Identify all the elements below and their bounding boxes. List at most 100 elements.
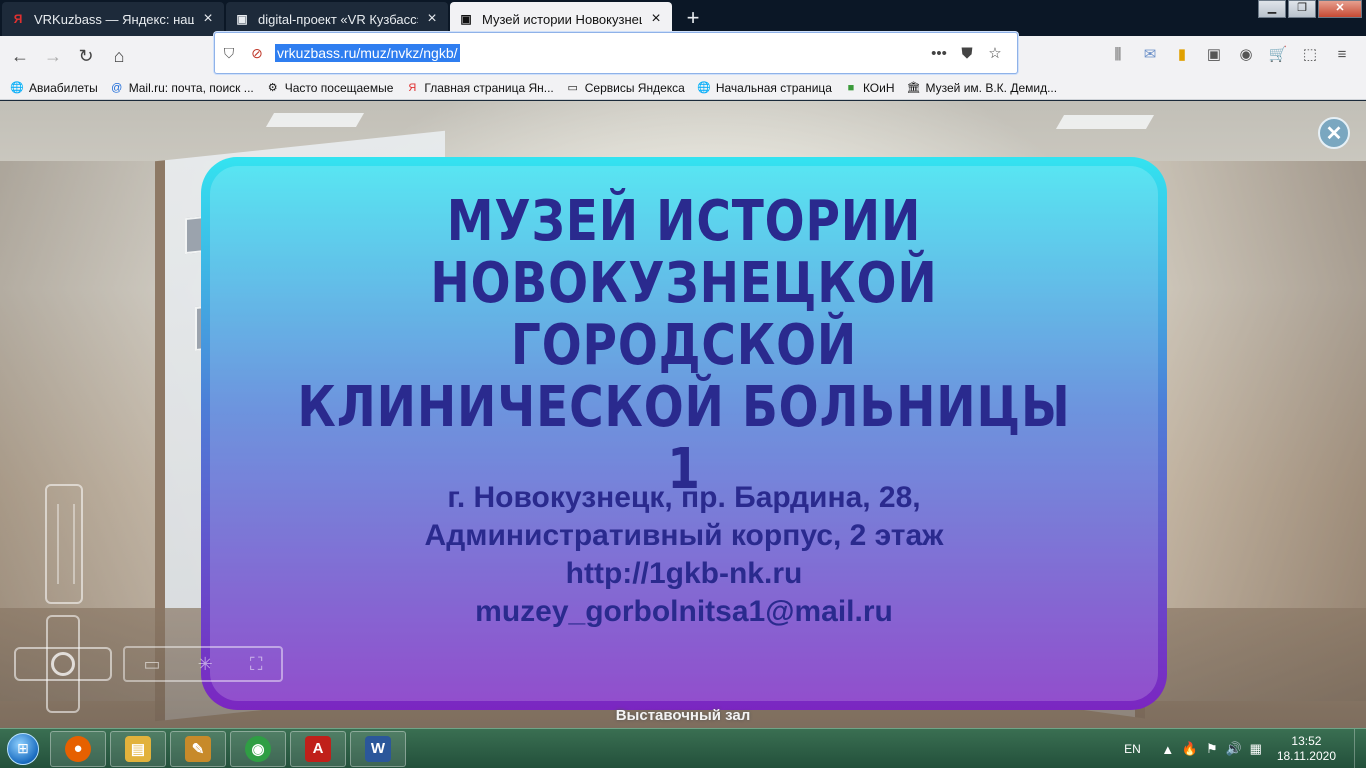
- panorama-view[interactable]: МУЗЕЙ ИСТОРИИ НОВОКУЗНЕЦКОЙ ГОРОДСКОЙ КЛ…: [0, 101, 1366, 728]
- cart-icon[interactable]: 🛒: [1262, 45, 1294, 63]
- start-button[interactable]: ⊞: [0, 729, 46, 768]
- chrome-icon: ◉: [245, 735, 271, 762]
- website-link[interactable]: http://1gkb-nk.ru: [201, 555, 1167, 593]
- system-tray: EN ▲ 🔥 ⚑ 🔊 ▦ 13:52 18.11.2020: [1124, 729, 1366, 768]
- museum-title: МУЗЕЙ ИСТОРИИ НОВОКУЗНЕЦКОЙ ГОРОДСКОЙ КЛ…: [278, 191, 1089, 501]
- bookmark-item[interactable]: ■ КОиН: [844, 81, 895, 95]
- taskbar-tool[interactable]: ✎: [170, 730, 226, 767]
- address-bar[interactable]: ⛉ ⊘ vrkuzbass.ru/muz/nvkz/ngkb/ ••• ⛊ ☆: [214, 32, 1018, 74]
- navigation-dpad[interactable]: [14, 615, 112, 713]
- bookmark-label: Музей им. В.К. Демид...: [925, 80, 1058, 95]
- toolbar-icons: ⫼ ✉ ▮ ▣ ◉ 🛒 ⬚ ≡: [1102, 36, 1358, 72]
- museum-icon: 🏛: [906, 82, 921, 94]
- building-line: Административный корпус, 2 этаж: [424, 519, 944, 552]
- bookmark-item[interactable]: 🏛 Музей им. В.К. Демид...: [907, 81, 1058, 95]
- close-tab-icon[interactable]: ×: [200, 10, 216, 28]
- reader-icon[interactable]: ▣: [1198, 45, 1230, 63]
- title-line: НОВОКУЗНЕЦКОЙ ГОРОДСКОЙ: [430, 251, 938, 378]
- page-favicon-icon: ▣: [460, 12, 472, 26]
- taskbar-word[interactable]: W: [350, 730, 406, 767]
- minimize-button[interactable]: ▁: [1258, 0, 1286, 18]
- mail-icon[interactable]: ✉: [1134, 45, 1166, 63]
- hotspots-icon[interactable]: ✳: [198, 654, 213, 675]
- tab-title: Музей истории Новокузнецк: [482, 11, 642, 27]
- bookmark-label: Начальная страница: [715, 80, 832, 95]
- bookmark-label: Авиабилеты: [29, 80, 98, 95]
- maximize-button[interactable]: ❐: [1288, 0, 1316, 18]
- address-line: г. Новокузнецк, пр. Бардина, 28,: [447, 481, 921, 514]
- yandex-favicon-icon: Я: [13, 12, 23, 26]
- volume-icon[interactable]: 🔊: [1223, 741, 1245, 757]
- email-link[interactable]: muzey_gorbolnitsa1@mail.ru: [201, 593, 1167, 631]
- taskbar: ⊞ ● ▤ ✎ ◉ A W EN ▲ 🔥 ⚑ 🔊 ▦ 13:52 18.11.2…: [0, 728, 1366, 768]
- page-actions-icon[interactable]: •••: [925, 45, 953, 62]
- globe-icon: 🌐: [10, 82, 24, 94]
- extensions-icon[interactable]: ⬚: [1294, 45, 1326, 63]
- close-tab-icon[interactable]: ×: [424, 10, 440, 28]
- windows-logo-icon: ⊞: [7, 732, 39, 765]
- bookmark-label: Mail.ru: почта, поиск ...: [128, 80, 254, 95]
- screen: Я VRKuzbass — Яндекс: нашлось × ▣ digita…: [0, 0, 1366, 768]
- tab-strip: Я VRKuzbass — Яндекс: нашлось × ▣ digita…: [0, 0, 1366, 36]
- title-line: МУЗЕЙ ИСТОРИИ: [446, 189, 922, 254]
- tour-toolbar: ▭ ✳ ⛶: [123, 646, 283, 682]
- account-icon[interactable]: ◉: [1230, 45, 1262, 63]
- gear-icon: ⚙: [267, 82, 278, 94]
- tab-museum[interactable]: ▣ Музей истории Новокузнецк ×: [450, 2, 672, 36]
- close-info-button[interactable]: ✕: [1318, 117, 1350, 149]
- close-tab-icon[interactable]: ×: [648, 10, 664, 28]
- taskbar-firefox[interactable]: ●: [50, 730, 106, 767]
- bookmark-item[interactable]: Я Главная страница Ян...: [405, 81, 553, 95]
- scene-label: Выставочный зал: [615, 707, 751, 724]
- shield-icon[interactable]: ⛉: [215, 45, 243, 62]
- tab-title: VRKuzbass — Яндекс: нашлось: [34, 11, 194, 27]
- clock[interactable]: 13:52 18.11.2020: [1277, 734, 1336, 764]
- bookmark-item[interactable]: ▭ Сервисы Яндекса: [566, 81, 685, 95]
- forward-button[interactable]: →: [37, 40, 69, 72]
- koin-icon: ■: [847, 81, 855, 94]
- back-button[interactable]: ←: [4, 40, 36, 72]
- language-indicator[interactable]: EN: [1124, 742, 1141, 756]
- bookmark-item[interactable]: 🌐 Начальная страница: [697, 81, 832, 95]
- clock-date: 18.11.2020: [1276, 749, 1336, 763]
- action-center-icon[interactable]: ⚑: [1201, 741, 1223, 757]
- pocket-icon[interactable]: ⛊: [953, 45, 981, 62]
- network-icon[interactable]: ▦: [1245, 741, 1267, 757]
- bookmark-label: КОиН: [862, 80, 895, 95]
- tab-vrkuzbass-yandex[interactable]: Я VRKuzbass — Яндекс: нашлось ×: [2, 2, 224, 36]
- word-icon: W: [365, 735, 391, 762]
- page-favicon-icon: ▣: [236, 12, 248, 26]
- gallery-icon[interactable]: ▭: [144, 654, 161, 675]
- globe-icon: 🌐: [696, 82, 711, 94]
- tab-digital-project[interactable]: ▣ digital-проект «VR Кузбасс» — ×: [226, 2, 448, 36]
- bookmark-item[interactable]: ⚙ Часто посещаемые: [266, 81, 394, 95]
- yandex-icon: Я: [408, 81, 417, 94]
- show-desktop-button[interactable]: [1354, 729, 1366, 768]
- insecure-lock-icon[interactable]: ⊘: [243, 45, 271, 62]
- acrobat-icon: A: [305, 735, 331, 762]
- home-button[interactable]: ⌂: [103, 40, 135, 72]
- taskbar-explorer[interactable]: ▤: [110, 730, 166, 767]
- show-hidden-icons[interactable]: ▲: [1157, 742, 1179, 757]
- fullscreen-icon[interactable]: ⛶: [250, 654, 263, 675]
- menu-icon[interactable]: ≡: [1326, 46, 1358, 63]
- tool-icon: ✎: [185, 735, 211, 762]
- bookmark-item[interactable]: 🌐 Авиабилеты: [10, 81, 98, 95]
- window-controls: ▁ ❐ ✕: [1256, 0, 1362, 18]
- taskbar-acrobat[interactable]: A: [290, 730, 346, 767]
- bookmark-item[interactable]: @ Mail.ru: почта, поиск ...: [110, 81, 254, 95]
- bookmark-label: Сервисы Яндекса: [584, 80, 685, 95]
- close-window-button[interactable]: ✕: [1318, 0, 1362, 18]
- url-text[interactable]: vrkuzbass.ru/muz/nvkz/ngkb/: [275, 44, 460, 62]
- reload-button[interactable]: ↻: [70, 40, 102, 72]
- autorotate-icon[interactable]: [51, 652, 75, 676]
- bookmark-star-icon[interactable]: ☆: [981, 44, 1009, 62]
- library-icon[interactable]: ⫼: [1102, 46, 1134, 63]
- flame-icon[interactable]: 🔥: [1179, 741, 1201, 757]
- bookmark-label: Главная страница Ян...: [424, 80, 554, 95]
- tab-title: digital-проект «VR Кузбасс» —: [258, 11, 418, 27]
- new-tab-button[interactable]: +: [678, 3, 708, 33]
- taskbar-chrome[interactable]: ◉: [230, 730, 286, 767]
- zoom-slider[interactable]: [45, 484, 83, 604]
- bookmark-flag-icon[interactable]: ▮: [1166, 45, 1198, 63]
